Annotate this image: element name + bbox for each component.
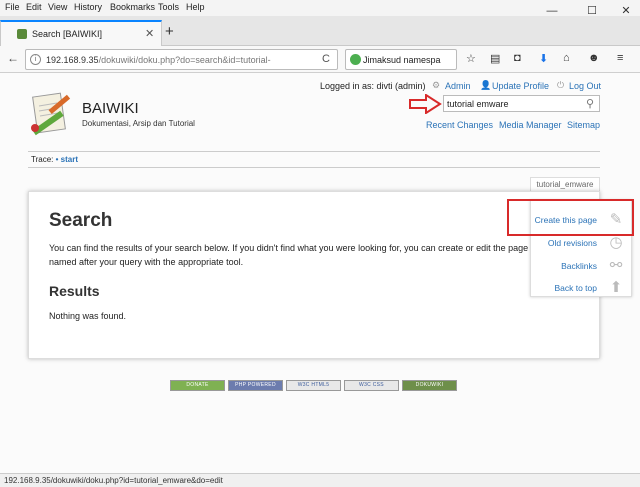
w3c-css-badge[interactable]: W3C CSS bbox=[344, 380, 399, 391]
back-to-top-link[interactable]: Back to top bbox=[554, 283, 597, 293]
menu-edit[interactable]: Edit bbox=[26, 2, 42, 12]
arrow-up-icon[interactable]: ⬆ bbox=[607, 279, 625, 297]
old-revisions-link[interactable]: Old revisions bbox=[548, 238, 597, 248]
red-arrow-annotation bbox=[409, 94, 442, 114]
red-highlight-box bbox=[507, 199, 634, 236]
logout-icon: ⏻ bbox=[557, 80, 565, 90]
user-icon: 👤 bbox=[480, 80, 492, 90]
no-results-text: Nothing was found. bbox=[49, 311, 127, 321]
reload-button[interactable]: C bbox=[322, 53, 330, 65]
sitemap-link[interactable]: Sitemap bbox=[567, 120, 600, 130]
download-icon[interactable]: ⬇ bbox=[539, 52, 548, 65]
pocket-icon[interactable]: ◘ bbox=[514, 52, 521, 64]
new-tab-button[interactable]: + bbox=[165, 23, 174, 40]
menu-help[interactable]: Help bbox=[186, 2, 205, 12]
donate-badge[interactable]: DONATE bbox=[170, 380, 225, 391]
site-tagline: Dokumentasi, Arsip dan Tutorial bbox=[82, 119, 195, 128]
browser-search-bar[interactable]: Jimaksud namespa bbox=[345, 49, 457, 70]
url-text[interactable]: 192.168.9.35/dokuwiki/doku.php?do=search… bbox=[46, 55, 271, 65]
google-icon bbox=[350, 54, 361, 65]
w3c-html5-badge[interactable]: W3C HTML5 bbox=[286, 380, 341, 391]
home-icon[interactable]: ⌂ bbox=[563, 52, 570, 64]
back-button[interactable]: ← bbox=[7, 51, 19, 65]
menu-file[interactable]: File bbox=[5, 2, 20, 12]
menu-history[interactable]: History bbox=[74, 2, 102, 12]
quick-search-input[interactable]: tutorial emware ⚲ bbox=[443, 95, 600, 112]
backlinks-link[interactable]: Backlinks bbox=[561, 261, 597, 271]
star-icon[interactable]: ☆ bbox=[466, 52, 476, 65]
media-manager-link[interactable]: Media Manager bbox=[499, 120, 562, 130]
menu-tools[interactable]: Tools bbox=[158, 2, 179, 12]
menu-bookmarks[interactable]: Bookmarks bbox=[110, 2, 155, 12]
dokuwiki-badge[interactable]: DOKUWIKI bbox=[402, 380, 457, 391]
logged-in-text: Logged in as: divti (admin) bbox=[320, 81, 426, 91]
tab-close-icon[interactable]: ✕ bbox=[145, 27, 154, 40]
status-url: 192.168.9.35/dokuwiki/doku.php?id=tutori… bbox=[4, 476, 223, 485]
chat-icon[interactable]: ☻ bbox=[588, 52, 600, 64]
tab-bar: Search [BAIWIKI] ✕ + bbox=[0, 16, 640, 46]
status-bar: 192.168.9.35/dokuwiki/doku.php?id=tutori… bbox=[0, 473, 640, 487]
search-intro-text: You can find the results of your search … bbox=[49, 243, 529, 267]
header-divider bbox=[28, 151, 600, 152]
quick-search-value[interactable]: tutorial emware bbox=[447, 99, 509, 109]
update-profile-link[interactable]: Update Profile bbox=[492, 81, 549, 91]
breadcrumb: Trace: • start bbox=[31, 155, 78, 164]
admin-link[interactable]: Admin bbox=[445, 81, 471, 91]
results-heading: Results bbox=[49, 283, 100, 299]
clipboard-icon[interactable]: ▤ bbox=[490, 52, 500, 65]
gear-icon: ⚙ bbox=[432, 80, 441, 90]
menu-icon[interactable]: ≡ bbox=[617, 52, 623, 64]
url-bar[interactable]: i 192.168.9.35/dokuwiki/doku.php?do=sear… bbox=[25, 49, 338, 70]
site-title[interactable]: BAIWIKI bbox=[82, 100, 139, 117]
breadcrumb-divider bbox=[28, 167, 600, 168]
logout-link[interactable]: Log Out bbox=[569, 81, 601, 91]
menu-view[interactable]: View bbox=[48, 2, 67, 12]
dokuwiki-logo-icon[interactable] bbox=[27, 92, 73, 136]
tab-title: Search [BAIWIKI] bbox=[32, 29, 103, 39]
php-powered-badge[interactable]: PHP POWERED bbox=[228, 380, 283, 391]
browser-search-text[interactable]: Jimaksud namespa bbox=[363, 55, 441, 65]
chain-link-icon[interactable]: ⚯ bbox=[607, 257, 625, 275]
search-icon[interactable]: ⚲ bbox=[586, 97, 594, 110]
clock-icon[interactable]: ◷ bbox=[607, 234, 625, 252]
site-info-icon[interactable]: i bbox=[30, 54, 41, 65]
tab-search-baiwiki[interactable]: Search [BAIWIKI] ✕ bbox=[0, 20, 162, 46]
favicon-icon bbox=[17, 29, 27, 39]
page-title: Search bbox=[49, 210, 113, 231]
recent-changes-link[interactable]: Recent Changes bbox=[426, 120, 493, 130]
nav-bar: ← i 192.168.9.35/dokuwiki/doku.php?do=se… bbox=[0, 46, 640, 73]
breadcrumb-start-link[interactable]: start bbox=[61, 155, 78, 164]
